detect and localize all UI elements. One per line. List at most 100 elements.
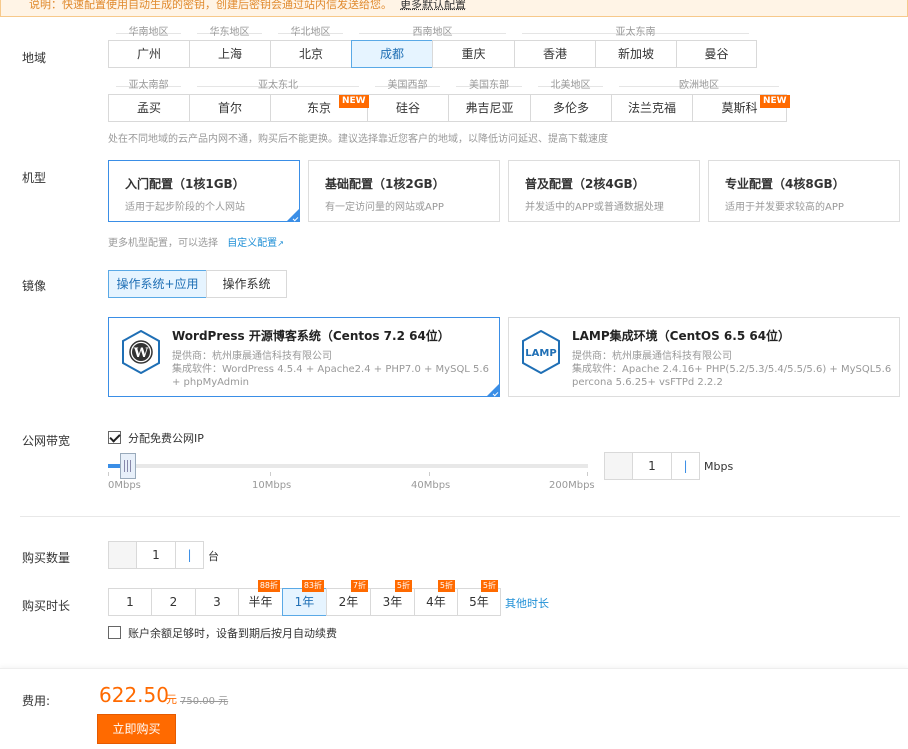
custom-config-link[interactable]: 自定义配置↗ xyxy=(227,238,284,249)
price-unit: 元 xyxy=(166,693,177,706)
duration-option-label: 3 xyxy=(213,595,221,609)
wordpress-icon: W xyxy=(121,329,161,375)
region-group-label: 亚太东南 xyxy=(615,27,656,38)
selected-check-icon xyxy=(287,209,299,221)
quantity-unit: 台 xyxy=(208,550,219,563)
region-7[interactable]: 新加坡 xyxy=(595,40,677,68)
region-label: 地域 xyxy=(22,51,47,65)
region-group-label: 亚太南部 xyxy=(128,80,169,91)
duration-option-4[interactable]: 半年 88折 xyxy=(238,580,283,616)
duration-option-label: 5年 xyxy=(469,595,489,609)
tick-40 xyxy=(429,472,430,476)
discount-badge: 83折 xyxy=(301,580,324,592)
machine-card-2[interactable]: 基础配置（1核2GB） 有一定访问量的网站或APP xyxy=(308,160,500,222)
tab-os[interactable]: 操作系统 xyxy=(206,270,287,298)
duration-option-3[interactable]: 3 xyxy=(195,588,239,616)
more-defaults-link[interactable]: 更多默认配置 xyxy=(400,0,466,11)
lamp-title: LAMP集成环境（CentOS 6.5 64位） xyxy=(572,329,791,343)
duration-option-label: 2年 xyxy=(338,595,359,609)
region-r2-6[interactable]: 多伦多 xyxy=(530,94,612,122)
quantity-decrement-button[interactable] xyxy=(109,542,137,568)
more-config-text: 更多机型配置，可以选择 xyxy=(108,238,218,249)
original-price: 750.00 元 xyxy=(180,696,229,707)
bandwidth-value[interactable]: 1 xyxy=(633,453,671,479)
region-r2-5[interactable]: 弗吉尼亚 xyxy=(448,94,531,122)
tick-0 xyxy=(108,472,109,476)
selected-check-icon xyxy=(487,384,499,396)
discount-badge: 7折 xyxy=(350,580,368,592)
region-group-label: 华东地区 xyxy=(209,27,250,38)
bandwidth-unit: Mbps xyxy=(704,460,734,473)
machine-label: 机型 xyxy=(22,171,47,185)
buy-now-button[interactable]: 立即购买 xyxy=(97,714,176,744)
bandwidth-slider-track[interactable] xyxy=(108,464,588,468)
image-card-wordpress[interactable]: W WordPress 开源博客系统（Centos 7.2 64位） 提供商：杭… xyxy=(108,317,500,397)
region-4[interactable]: 成都 xyxy=(351,40,433,68)
machine-card-desc: 有一定访问量的网站或APP xyxy=(325,202,444,213)
region-8[interactable]: 曼谷 xyxy=(676,40,757,68)
duration-option-8[interactable]: 4年 5折 xyxy=(414,580,458,616)
tick-label-40: 40Mbps xyxy=(411,480,451,491)
duration-option-7[interactable]: 3年 5折 xyxy=(370,580,415,616)
bandwidth-stepper: 1 | xyxy=(604,452,700,480)
duration-option-6[interactable]: 2年 7折 xyxy=(326,580,371,616)
machine-card-title: 专业配置（4核8GB） xyxy=(725,177,845,191)
machine-card-title: 入门配置（1核1GB） xyxy=(125,177,245,191)
external-link-icon: ↗ xyxy=(277,239,284,248)
region-1[interactable]: 广州 xyxy=(108,40,190,68)
machine-card-desc: 并发适中的APP或普通数据处理 xyxy=(525,202,664,213)
machine-card-desc: 适用于并发要求较高的APP xyxy=(725,202,844,213)
quantity-increment-button[interactable]: | xyxy=(175,542,203,568)
region-group-label: 美国西部 xyxy=(387,80,428,91)
bandwidth-slider-handle[interactable] xyxy=(120,453,136,479)
duration-option-label: 半年 xyxy=(248,595,273,609)
region-group-label: 北美地区 xyxy=(550,80,591,91)
svg-text:W: W xyxy=(133,346,149,361)
free-ip-checkbox[interactable] xyxy=(108,431,121,444)
new-badge-tokyo: NEW xyxy=(339,95,369,108)
machine-card-4[interactable]: 专业配置（4核8GB） 适用于并发要求较高的APP xyxy=(708,160,900,222)
tick-200 xyxy=(587,472,588,476)
wordpress-title: WordPress 开源博客系统（Centos 7.2 64位） xyxy=(172,329,450,343)
custom-config-label: 自定义配置 xyxy=(227,238,278,249)
duration-option-2[interactable]: 2 xyxy=(151,588,196,616)
tab-os-app[interactable]: 操作系统+应用 xyxy=(108,270,207,298)
lamp-software: 集成软件：Apache 2.4.16+ PHP(5.2/5.3/5.4/5.5/… xyxy=(572,364,892,388)
tick-10 xyxy=(270,472,271,476)
region-r2-7[interactable]: 法兰克福 xyxy=(611,94,693,122)
region-r2-2[interactable]: 首尔 xyxy=(189,94,271,122)
price-value: 622.50 xyxy=(99,683,169,707)
section-divider xyxy=(20,516,900,517)
region-r2-1[interactable]: 孟买 xyxy=(108,94,190,122)
duration-option-5[interactable]: 1年 83折 xyxy=(282,580,327,616)
duration-option-label: 4年 xyxy=(426,595,446,609)
duration-option-1[interactable]: 1 xyxy=(108,588,152,616)
duration-option-label: 3年 xyxy=(382,595,403,609)
region-r2-4[interactable]: 硅谷 xyxy=(367,94,449,122)
duration-option-9[interactable]: 5年 5折 xyxy=(457,580,501,616)
price-footer: 费用: 622.50 元 750.00 元 立即购买 xyxy=(0,668,908,749)
other-duration-link[interactable]: 其他时长 xyxy=(505,595,549,611)
bandwidth-increment-button[interactable]: | xyxy=(671,453,699,479)
auto-renew-label: 账户余额足够时，设备到期后按月自动续费 xyxy=(128,627,337,640)
quantity-value[interactable]: 1 xyxy=(137,542,175,568)
region-6[interactable]: 香港 xyxy=(514,40,596,68)
auto-renew-checkbox[interactable] xyxy=(108,626,121,639)
lamp-icon: LAMP xyxy=(521,329,561,375)
machine-card-3[interactable]: 普及配置（2核4GB） 并发适中的APP或普通数据处理 xyxy=(508,160,700,222)
region-5[interactable]: 重庆 xyxy=(432,40,515,68)
image-card-lamp[interactable]: LAMP LAMP集成环境（CentOS 6.5 64位） 提供商：杭州康晨通信… xyxy=(508,317,900,397)
notice-bar: 说明：快速配置使用自动生成的密钥，创建后密钥会通过站内信发送给您。 更多默认配置 xyxy=(0,0,908,17)
free-ip-label: 分配免费公网IP xyxy=(128,432,204,445)
machine-card-1[interactable]: 入门配置（1核1GB） 适用于起步阶段的个人网站 xyxy=(108,160,300,222)
fee-label: 费用: xyxy=(22,694,51,708)
discount-badge: 5折 xyxy=(394,580,412,592)
tick-label-0: 0Mbps xyxy=(108,480,141,491)
bandwidth-decrement-button[interactable] xyxy=(605,453,633,479)
more-config-hint: 更多机型配置，可以选择 自定义配置↗ xyxy=(108,234,284,249)
machine-card-desc: 适用于起步阶段的个人网站 xyxy=(125,202,245,213)
region-2[interactable]: 上海 xyxy=(189,40,271,68)
notice-text: 说明：快速配置使用自动生成的密钥，创建后密钥会通过站内信发送给您。 xyxy=(29,0,392,11)
region-3[interactable]: 北京 xyxy=(270,40,352,68)
region-group-label: 西南地区 xyxy=(412,27,453,38)
